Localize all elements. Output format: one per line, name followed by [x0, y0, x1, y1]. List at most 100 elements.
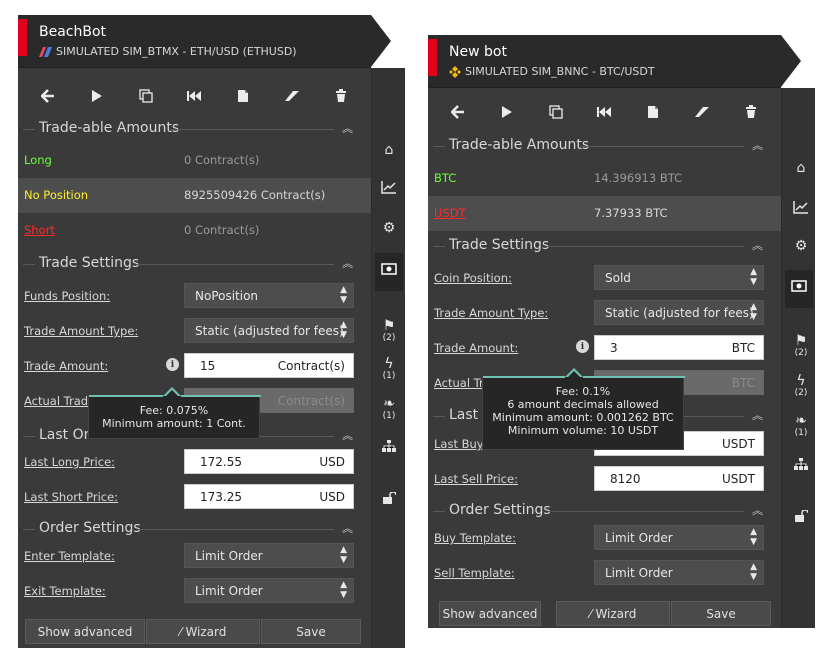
- field-label: Exit Template:: [24, 584, 106, 598]
- skip-back-icon[interactable]: [179, 81, 209, 111]
- amount-value: 7.37933 BTC: [594, 206, 668, 220]
- leaf-icon[interactable]: ❧ (1): [375, 396, 403, 421]
- chevron-up-icon[interactable]: ︽: [752, 502, 763, 518]
- trash-icon[interactable]: [326, 81, 356, 111]
- flash-count: (1): [382, 371, 396, 381]
- unlock-icon[interactable]: [787, 509, 815, 526]
- eraser-icon[interactable]: [687, 97, 717, 127]
- field-label: Enter Template:: [24, 549, 115, 563]
- section-title: Trade Settings: [449, 237, 550, 253]
- updown-icon: ▲ ▼: [750, 267, 757, 287]
- home-icon[interactable]: ⌂: [375, 142, 403, 158]
- arrow-left-icon[interactable]: [33, 81, 63, 111]
- trash-icon[interactable]: [736, 97, 766, 127]
- wizard-button[interactable]: ⁄ Wizard: [146, 619, 260, 644]
- enter-template-select[interactable]: Limit Order ▲ ▼: [184, 543, 354, 568]
- tooltip-line: Minimum amount: 0.001262 BTC: [492, 411, 674, 424]
- arrow-left-icon[interactable]: [443, 97, 473, 127]
- leaf-icon[interactable]: ❧ (1): [787, 413, 815, 438]
- field-sell-template: Sell Template: Limit Order ▲ ▼: [428, 556, 781, 591]
- last-short-price-input[interactable]: 173.25 USD: [184, 484, 354, 509]
- chevron-up-icon[interactable]: ︽: [342, 120, 353, 136]
- field-label: Sell Template:: [434, 566, 515, 580]
- wizard-button[interactable]: ⁄ Wizard: [556, 601, 670, 626]
- select-value: Limit Order: [605, 566, 673, 580]
- chevron-up-icon[interactable]: ︽: [342, 520, 353, 536]
- copy-icon[interactable]: [131, 81, 161, 111]
- amount-value: 8925509426 Contract(s): [184, 188, 326, 202]
- flag-icon[interactable]: ⚑ (2): [375, 318, 403, 343]
- chevron-up-icon[interactable]: ︽: [752, 237, 763, 253]
- select-value: Limit Order: [605, 531, 673, 545]
- info-icon[interactable]: i: [166, 358, 179, 371]
- file-icon[interactable]: [228, 81, 258, 111]
- section-tradeable-amounts[interactable]: Trade-able Amounts ︽: [18, 116, 371, 142]
- chart-line-icon[interactable]: [787, 200, 815, 218]
- field-last-long-price: Last Long Price: 172.55 USD: [18, 445, 371, 480]
- amount-row-short: Short 0 Contract(s): [18, 213, 371, 248]
- updown-icon: ▲ ▼: [340, 580, 347, 600]
- leaf-count: (1): [794, 428, 808, 438]
- last-long-price-input[interactable]: 172.55 USD: [184, 449, 354, 474]
- show-advanced-button[interactable]: Show advanced: [25, 619, 145, 644]
- chevron-up-icon[interactable]: ︽: [752, 137, 763, 153]
- section-tradeable-amounts[interactable]: Trade-able Amounts ︽: [428, 133, 781, 159]
- save-button[interactable]: Save: [671, 601, 771, 626]
- play-icon[interactable]: [492, 97, 522, 127]
- chevron-up-icon[interactable]: ︽: [752, 407, 763, 423]
- copy-icon[interactable]: [541, 97, 571, 127]
- buy-template-select[interactable]: Limit Order ▲ ▼: [594, 525, 764, 550]
- trade-amount-input[interactable]: 3 BTC: [594, 335, 764, 360]
- trade-amount-input[interactable]: 15 Contract(s): [184, 353, 354, 378]
- last-sell-price-input[interactable]: 8120 USDT: [594, 466, 764, 491]
- chart-line-icon[interactable]: [375, 180, 403, 198]
- tooltip-line: Fee: 0.075%: [139, 404, 209, 417]
- bot-panel-beachbot: BeachBot SIMULATED SIM_BTMX - ETH/USD (E…: [18, 15, 371, 648]
- select-value: Static (adjusted for fees): [195, 324, 344, 338]
- field-label: Coin Position:: [434, 271, 512, 285]
- gears-icon[interactable]: ⚙: [375, 220, 403, 236]
- backtests-count: (2): [382, 333, 396, 343]
- input-value: 3: [610, 341, 618, 355]
- chevron-up-icon[interactable]: ︽: [342, 255, 353, 271]
- home-icon[interactable]: ⌂: [787, 160, 815, 176]
- info-icon[interactable]: i: [576, 340, 589, 353]
- updown-icon: ▲ ▼: [340, 545, 347, 565]
- field-label: Last Buy: [434, 437, 484, 451]
- save-button[interactable]: Save: [261, 619, 361, 644]
- flash-icon[interactable]: ϟ (2): [787, 373, 815, 398]
- sitemap-icon[interactable]: [787, 458, 815, 474]
- sell-template-select[interactable]: Limit Order ▲ ▼: [594, 560, 764, 585]
- flag-icon[interactable]: ⚑ (2): [787, 333, 815, 358]
- amount-label: USDT: [434, 206, 466, 220]
- funds-position-select[interactable]: NoPosition ▲ ▼: [184, 283, 354, 308]
- chevron-up-icon[interactable]: ︽: [342, 427, 353, 443]
- trade-amount-type-select[interactable]: Static (adjusted for fees) ▲ ▼: [594, 300, 764, 325]
- input-value: 8120: [610, 472, 641, 486]
- eraser-icon[interactable]: [277, 81, 307, 111]
- gears-icon[interactable]: ⚙: [787, 238, 815, 254]
- show-advanced-button[interactable]: Show advanced: [439, 601, 541, 626]
- amount-row-no-position: No Position 8925509426 Contract(s): [18, 178, 371, 213]
- money-icon[interactable]: [375, 253, 403, 291]
- money-icon[interactable]: [785, 270, 813, 308]
- bot-exchange: SIMULATED SIM_BNNC - BTC/USDT: [449, 65, 655, 78]
- play-icon[interactable]: [82, 81, 112, 111]
- unlock-icon[interactable]: [375, 491, 403, 508]
- field-trade-amount: Trade Amount: i 15 Contract(s): [18, 349, 371, 384]
- skip-back-icon[interactable]: [589, 97, 619, 127]
- exit-template-select[interactable]: Limit Order ▲ ▼: [184, 578, 354, 603]
- field-exit-template: Exit Template: Limit Order ▲ ▼: [18, 574, 371, 609]
- flash-icon[interactable]: ϟ (1): [375, 356, 403, 381]
- trade-amount-type-select[interactable]: Static (adjusted for fees) ▲ ▼: [184, 318, 354, 343]
- section-trade-settings[interactable]: Trade Settings ︽: [428, 233, 781, 259]
- tooltip-line: Minimum amount: 1 Cont.: [102, 417, 246, 430]
- section-trade-settings[interactable]: Trade Settings ︽: [18, 251, 371, 277]
- amount-label: No Position: [24, 188, 89, 202]
- amount-label: Short: [24, 223, 55, 237]
- file-icon[interactable]: [638, 97, 668, 127]
- coin-position-select[interactable]: Sold ▲ ▼: [594, 265, 764, 290]
- sitemap-icon[interactable]: [375, 440, 403, 456]
- field-label: Trade Amount Type:: [24, 324, 139, 338]
- section-title: Order Settings: [39, 520, 141, 536]
